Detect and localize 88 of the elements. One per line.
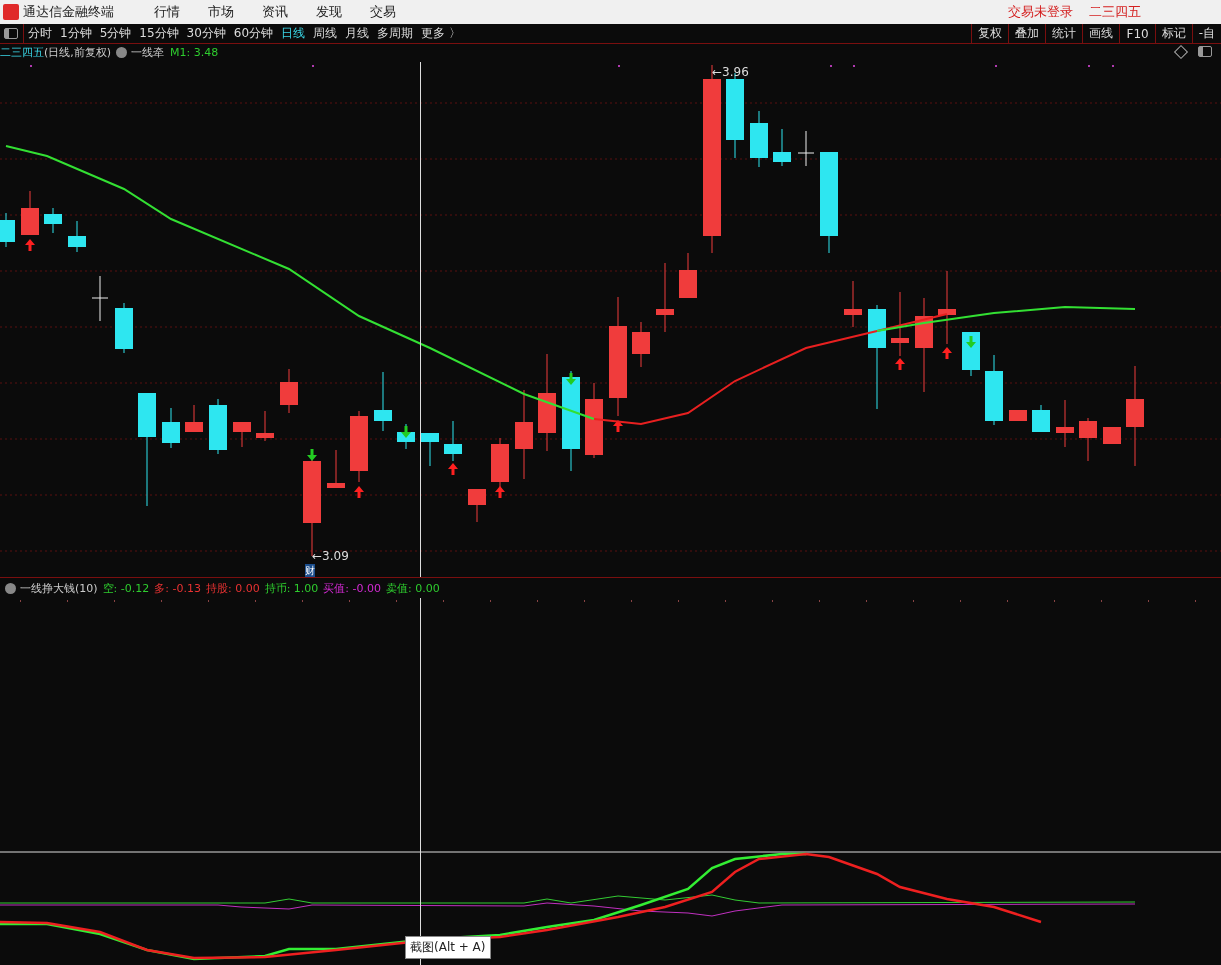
indicator-name: 一线牵: [131, 45, 165, 60]
menu-item[interactable]: 发现: [316, 3, 342, 21]
up-arrow-icon: [354, 486, 364, 498]
menu-item[interactable]: 资讯: [262, 3, 288, 21]
indicator-value: 买值: -0.00: [323, 580, 381, 596]
menu-item[interactable]: 交易: [370, 3, 396, 21]
period-tab[interactable]: 1分钟: [56, 24, 96, 43]
period-tab[interactable]: 周线: [309, 24, 342, 43]
period-tab[interactable]: 月线: [341, 24, 374, 43]
indicator-name: 一线挣大钱(10): [20, 580, 98, 596]
up-arrow-icon: [495, 486, 505, 498]
candlestick: [44, 207, 62, 234]
indicator-value: 卖值: 0.00: [386, 580, 440, 596]
candlestick: [468, 488, 486, 523]
up-arrow-icon: [895, 358, 905, 370]
period-tab[interactable]: 日线: [277, 24, 310, 43]
candlestick: [327, 449, 345, 489]
down-arrow-icon: [966, 336, 976, 348]
period-tab[interactable]: 30分钟: [182, 24, 230, 43]
period-tab[interactable]: 60分钟: [229, 24, 278, 43]
candlestick: [797, 130, 815, 167]
down-arrow-icon: [307, 449, 317, 461]
menu-item[interactable]: 行情: [154, 3, 180, 21]
down-arrow-icon: [401, 426, 411, 438]
toolbar-button[interactable]: F10: [1119, 24, 1155, 43]
candlestick: [632, 321, 650, 368]
candlestick: [444, 420, 462, 462]
candlestick: [750, 110, 768, 168]
candlestick: [1103, 426, 1121, 445]
toolbar-button[interactable]: -自: [1191, 24, 1221, 43]
candlestick: [21, 190, 39, 236]
up-arrow-icon: [448, 463, 458, 475]
up-arrow-icon: [613, 420, 623, 432]
candlestick: [1009, 409, 1027, 422]
candlestick: [233, 421, 251, 448]
candlestick: [1032, 404, 1050, 433]
up-arrow-icon: [25, 239, 35, 251]
app-title: 通达信金融终端: [23, 3, 114, 21]
toolbar-button[interactable]: 画线: [1082, 24, 1120, 43]
low-price-label: ←3.09: [312, 549, 349, 563]
login-status-link[interactable]: 交易未登录: [1008, 3, 1073, 21]
panel-toggle-icon[interactable]: [1198, 46, 1212, 57]
dropdown-icon[interactable]: [116, 47, 128, 58]
candlestick: [256, 410, 274, 442]
period-tab[interactable]: 多周期: [373, 24, 418, 43]
indicator-value: 持币: 1.00: [264, 580, 319, 596]
indicator-value: 多: -0.13: [154, 580, 201, 596]
candlestick: [985, 354, 1003, 426]
period-tab[interactable]: 5分钟: [95, 24, 136, 43]
candlestick: [1056, 399, 1074, 448]
indicator-value: 空: -0.12: [102, 580, 150, 596]
toolbar-button[interactable]: 叠加: [1008, 24, 1046, 43]
candlestick: [962, 331, 980, 377]
candlestick: [280, 368, 298, 414]
toolbar-button[interactable]: 标记: [1154, 24, 1192, 43]
indicator-value: M1: 3.48: [170, 46, 219, 59]
sidebar-toggle-icon[interactable]: [4, 28, 18, 39]
candlestick: [0, 212, 15, 248]
candlestick: [656, 262, 674, 333]
candlestick: [773, 128, 791, 167]
candlestick: [185, 404, 203, 433]
candlestick: [91, 275, 109, 322]
toolbar-button[interactable]: 统计: [1045, 24, 1083, 43]
dropdown-icon[interactable]: [5, 582, 16, 594]
period-tab[interactable]: 15分钟: [135, 24, 183, 43]
candlestick: [421, 432, 439, 467]
toolbar-button[interactable]: 复权: [971, 24, 1009, 43]
down-arrow-icon: [566, 373, 576, 385]
candlestick: [162, 407, 180, 449]
user-name: 二三四五: [1089, 3, 1141, 21]
candlestick: [679, 252, 697, 299]
app-logo-icon: [3, 4, 19, 20]
tooltip: 截图(Alt + A): [405, 936, 491, 959]
high-price-label: ←3.96: [712, 65, 749, 79]
candlestick: [68, 220, 86, 253]
candlestick: [1079, 417, 1097, 462]
stock-name: 二三四五: [0, 45, 44, 60]
period-tab[interactable]: 更多 〉: [417, 24, 465, 43]
candlestick: [209, 398, 227, 455]
candlestick: [844, 280, 862, 328]
up-arrow-icon: [942, 347, 952, 359]
candlestick: [891, 291, 909, 357]
menu-item[interactable]: 市场: [208, 3, 234, 21]
period-label: (日线,前复权): [44, 45, 112, 60]
candlestick: [115, 302, 133, 354]
period-tab[interactable]: 分时: [24, 24, 56, 43]
indicator-value: 持股: 0.00: [205, 580, 260, 596]
candlestick: [374, 371, 392, 432]
